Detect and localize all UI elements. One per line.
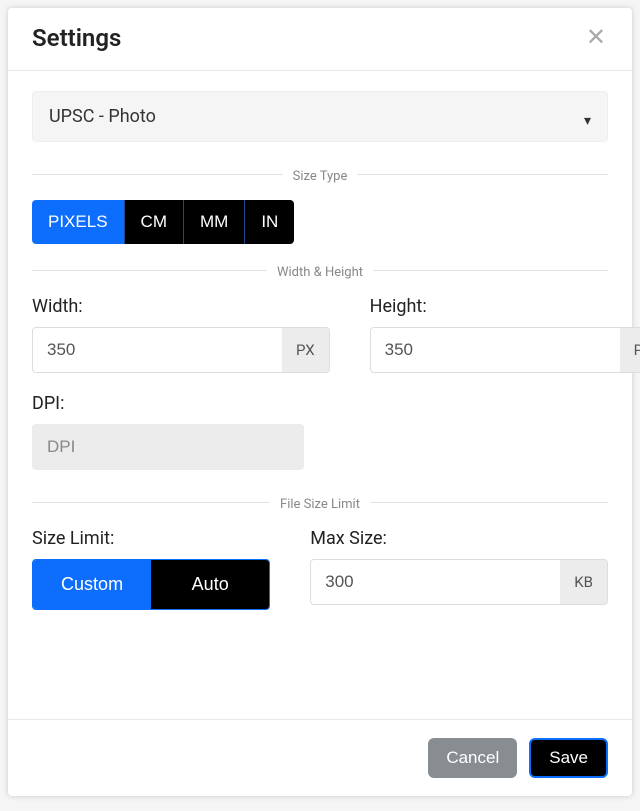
size-type-pixels[interactable]: PIXELS xyxy=(32,200,124,244)
max-size-input[interactable] xyxy=(311,560,560,604)
modal-title: Settings xyxy=(32,24,121,52)
fieldset-legend-size-type: Size Type xyxy=(283,169,358,184)
size-limit-custom[interactable]: Custom xyxy=(33,560,151,609)
max-size-input-group: KB xyxy=(310,559,608,605)
dpi-input xyxy=(33,425,303,469)
file-size-fieldset: File Size Limit Size Limit: Custom Auto … xyxy=(32,502,608,610)
dpi-input-group xyxy=(32,424,304,470)
size-type-toggle: PIXELS CM MM IN xyxy=(32,200,294,244)
size-type-cm[interactable]: CM xyxy=(124,200,183,244)
height-label: Height: xyxy=(370,296,640,317)
fieldset-legend-dimensions: Width & Height xyxy=(267,265,373,280)
height-unit: PX xyxy=(620,328,640,372)
size-limit-col: Size Limit: Custom Auto xyxy=(32,528,270,610)
preset-dropdown[interactable]: UPSC - Photo ▾ xyxy=(32,91,608,142)
max-size-unit: KB xyxy=(560,560,607,604)
width-label: Width: xyxy=(32,296,330,317)
size-limit-toggle: Custom Auto xyxy=(32,559,270,610)
close-button[interactable]: ✕ xyxy=(584,26,608,50)
fieldset-legend-file-size: File Size Limit xyxy=(270,497,370,512)
size-type-mm[interactable]: MM xyxy=(183,200,244,244)
width-col: Width: PX xyxy=(32,296,330,373)
height-col: Height: PX xyxy=(370,296,640,373)
settings-modal: Settings ✕ UPSC - Photo ▾ Size Type PIXE… xyxy=(8,8,632,796)
caret-down-icon: ▾ xyxy=(584,113,591,129)
size-limit-auto[interactable]: Auto xyxy=(151,560,269,609)
dpi-label: DPI: xyxy=(32,393,608,414)
size-type-in[interactable]: IN xyxy=(244,200,294,244)
modal-header: Settings ✕ xyxy=(8,8,632,71)
max-size-label: Max Size: xyxy=(310,528,608,549)
width-unit: PX xyxy=(282,328,329,372)
size-limit-label: Size Limit: xyxy=(32,528,270,549)
height-input[interactable] xyxy=(371,328,620,372)
preset-selected: UPSC - Photo xyxy=(49,106,156,127)
modal-body: UPSC - Photo ▾ Size Type PIXELS CM MM IN… xyxy=(8,71,632,719)
width-input-group: PX xyxy=(32,327,330,373)
max-size-col: Max Size: KB xyxy=(310,528,608,610)
modal-footer: Cancel Save xyxy=(8,719,632,796)
height-input-group: PX xyxy=(370,327,640,373)
width-input[interactable] xyxy=(33,328,282,372)
cancel-button[interactable]: Cancel xyxy=(428,738,517,778)
save-button[interactable]: Save xyxy=(529,738,608,778)
dimensions-fieldset: Width & Height Width: PX Height: PX xyxy=(32,270,608,470)
size-type-fieldset: Size Type PIXELS CM MM IN xyxy=(32,174,608,244)
